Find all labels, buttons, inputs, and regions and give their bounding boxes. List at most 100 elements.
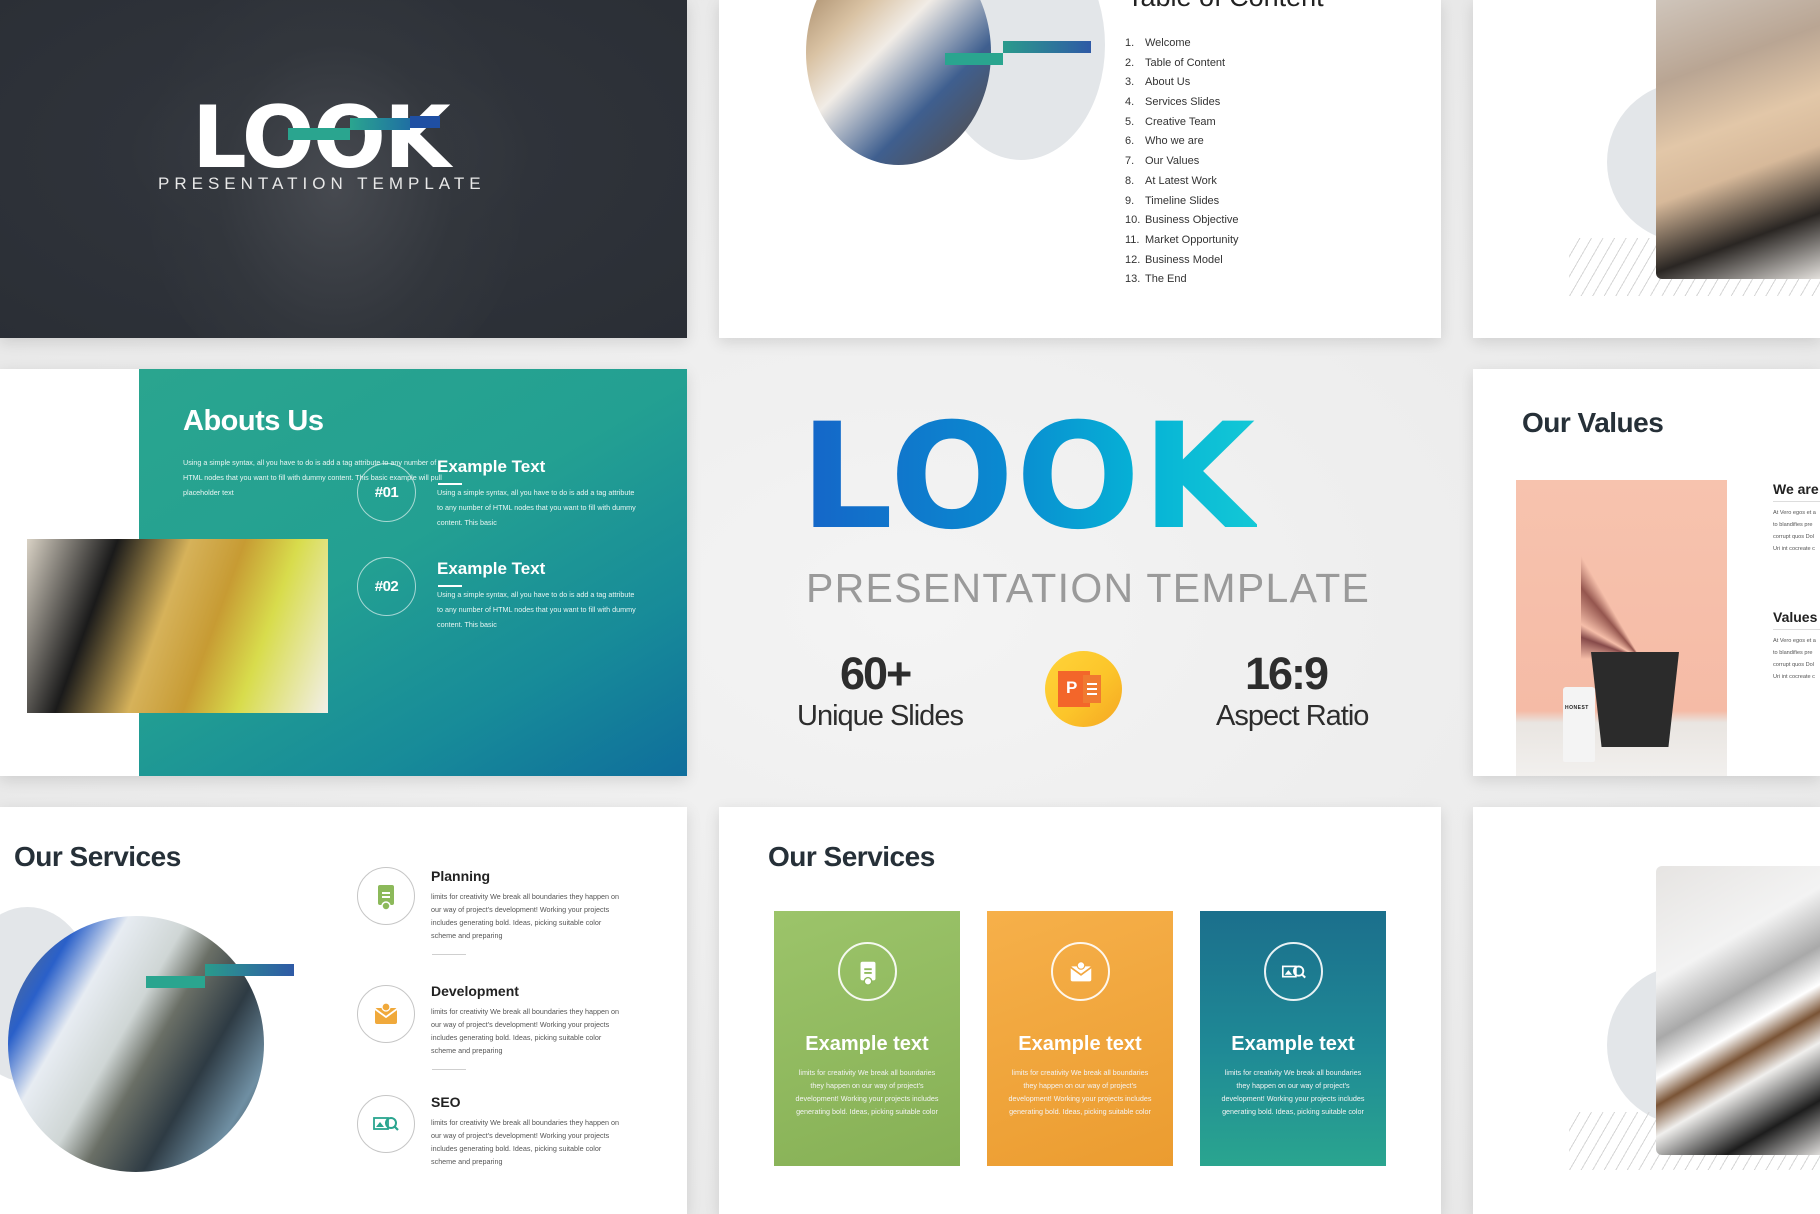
toc-item-number: 13. (1125, 273, 1141, 286)
envelope-icon (357, 985, 415, 1043)
toc-item-number: 6. (1125, 135, 1135, 148)
plant-leaves (1581, 509, 1701, 659)
values-text-line: corrupt quos Dol (1773, 662, 1815, 668)
slide-about-us[interactable]: Abouts Us Using a simple syntax, all you… (0, 369, 687, 776)
service-card[interactable]: Example text limits for creativity We br… (987, 911, 1173, 1166)
slide-our-services-cards[interactable]: Our Services Example text limits for cre… (719, 807, 1441, 1214)
hero-logo: LOOK (800, 392, 1258, 562)
values-heading: Values (1773, 609, 1818, 625)
toc-item-label: Who we are (1145, 135, 1204, 148)
toc-item-number: 8. (1125, 174, 1135, 187)
values-heading: We are (1773, 481, 1819, 497)
planner-icon (838, 942, 897, 1001)
values-title: Our Values (1522, 407, 1664, 438)
toc-item-label: Business Objective (1145, 214, 1239, 227)
number-badge: #01 (357, 463, 416, 522)
stat-slides-label: Unique Slides (797, 700, 964, 732)
values-text-line: to blandifies pre (1773, 522, 1813, 528)
example-title: Example Text (437, 457, 546, 476)
toc-item-number: 10. (1125, 214, 1141, 227)
toc-item-label: Timeline Slides (1145, 194, 1220, 207)
toc-item-label: Services Slides (1145, 96, 1221, 109)
book-flatlay-photo (1656, 866, 1820, 1155)
toc-item: 9. Timeline Slides (1125, 192, 1239, 212)
number-badge: #02 (357, 557, 416, 616)
service-card[interactable]: Example text limits for creativity We br… (1200, 911, 1386, 1166)
service-title: Planning (431, 868, 491, 884)
toc-item-label: About Us (1145, 76, 1191, 89)
card-text: limits for creativity We break all bound… (1221, 1068, 1365, 1116)
product-tube: HONEST (1563, 687, 1595, 762)
example-text: Using a simple syntax, all you have to d… (437, 590, 636, 629)
toc-item-label: Our Values (1145, 155, 1200, 168)
divider (432, 1069, 466, 1070)
planner-icon (357, 867, 415, 925)
man-at-computer-photo (8, 916, 264, 1172)
card-title: Example text (805, 1033, 929, 1055)
toc-item-label: Table of Content (1145, 56, 1226, 69)
woman-laptop-photo (806, 0, 991, 165)
values-text-line: to blandifies pre (1773, 650, 1813, 656)
values-text-line: At Vero egos et a (1773, 510, 1816, 516)
card-text: limits for creativity We break all bound… (1008, 1068, 1152, 1116)
example-text: Using a simple syntax, all you have to d… (437, 488, 636, 527)
toc-item: 11. Market Opportunity (1125, 231, 1239, 251)
slide-our-values[interactable]: Our Values HONEST We are At Vero egos et… (1473, 369, 1820, 776)
powerpoint-icon: P (1045, 651, 1122, 727)
service-card[interactable]: Example text limits for creativity We br… (774, 911, 960, 1166)
toc-item-number: 2. (1125, 56, 1135, 69)
service-text: limits for creativity We break all bound… (431, 1007, 620, 1055)
toc-item: 10. Business Objective (1125, 211, 1239, 231)
toc-item-number: 9. (1125, 194, 1135, 207)
toc-item: 1. Welcome (1125, 34, 1239, 54)
slide-our-services-list[interactable]: Our Services Planning limits for creativ… (0, 807, 687, 1214)
slide-table-of-content[interactable]: Table of Content 1. Welcome 2. Table of Co… (719, 0, 1441, 338)
toc-item-label: Welcome (1145, 37, 1191, 49)
accent-bar (410, 116, 440, 128)
slide-cover[interactable]: LOOK PRESENTATION TEMPLATE (0, 0, 687, 338)
toc-item: 4. Services Slides (1125, 93, 1239, 113)
toc-item-number: 1. (1125, 37, 1135, 49)
stat-slides-value: 60+ (840, 648, 912, 699)
service-text: limits for creativity We break all bound… (431, 892, 620, 940)
slide-photo-woman-writing[interactable] (1473, 0, 1820, 338)
values-text-line: Uri int cocreate c (1773, 674, 1815, 680)
services-title: Our Services (768, 841, 935, 872)
stat-ratio-label: Aspect Ratio (1216, 700, 1369, 732)
image-search-icon (357, 1095, 415, 1153)
toc-list: 1. Welcome 2. Table of Content 3. About Us … (1125, 34, 1239, 290)
toc-item-label: Creative Team (1145, 115, 1216, 128)
accent-bar (288, 128, 350, 140)
powerpoint-letter: P (1066, 678, 1078, 697)
toc-item-number: 12. (1125, 253, 1141, 266)
service-text: limits for creativity We break all bound… (431, 1118, 620, 1166)
divider (1773, 501, 1820, 502)
accent-bar (1003, 41, 1091, 53)
toc-item: 6. Who we are (1125, 132, 1239, 152)
accent-bar (945, 53, 1003, 65)
toc-item-label: Business Model (1145, 253, 1223, 266)
envelope-icon (1051, 942, 1110, 1001)
slide-photo-book-flatlay[interactable] (1473, 807, 1820, 1214)
stat-ratio-value: 16:9 (1245, 648, 1329, 699)
service-title: Development (431, 983, 519, 999)
team-photo (27, 539, 328, 713)
card-title: Example text (1231, 1033, 1355, 1055)
toc-item: 13. The End (1125, 270, 1239, 290)
toc-item: 5. Creative Team (1125, 113, 1239, 133)
example-title: Example Text (437, 559, 546, 578)
toc-item: 2. Table of Content (1125, 54, 1239, 74)
toc-item-label: At Latest Work (1145, 174, 1217, 187)
toc-item-label: Market Opportunity (1145, 233, 1239, 246)
hero-subtitle: PRESENTATION TEMPLATE (806, 565, 1371, 611)
toc-item-number: 4. (1125, 96, 1135, 109)
service-title: SEO (431, 1094, 461, 1110)
product-label: HONEST (1565, 705, 1589, 711)
toc-item-number: 7. (1125, 155, 1135, 168)
toc-item-number: 3. (1125, 76, 1135, 89)
accent-bar (350, 118, 410, 130)
accent-bar (205, 964, 294, 976)
card-text: limits for creativity We break all bound… (795, 1068, 939, 1116)
values-text-line: corrupt quos Dol (1773, 534, 1815, 540)
toc-item: 8. At Latest Work (1125, 172, 1239, 192)
